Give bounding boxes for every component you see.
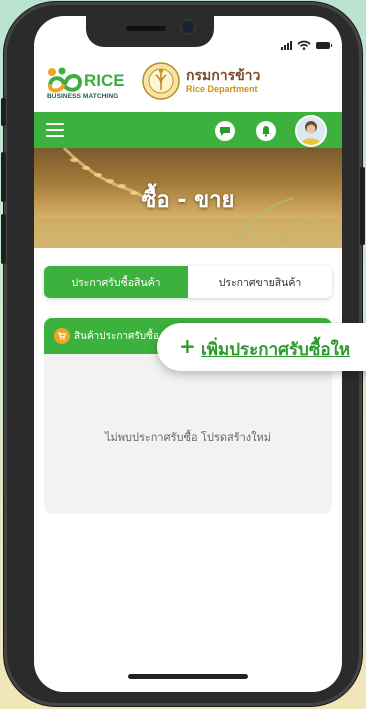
bell-icon xyxy=(262,126,270,137)
tab-sell-announcements[interactable]: ประกาศขายสินค้า xyxy=(188,266,332,298)
add-buy-announcement-button[interactable]: + เพิ่มประกาศรับซื้อให xyxy=(157,323,366,371)
rice-department-logo[interactable]: กรมการข้าว Rice Department xyxy=(142,62,302,108)
mute-switch xyxy=(1,98,6,126)
avatar-icon xyxy=(297,117,325,145)
rice-business-matching-logo[interactable]: RICE BUSINESS MATCHING xyxy=(46,66,128,106)
chat-icon xyxy=(220,127,230,136)
page-title: ซื้อ - ขาย xyxy=(141,188,235,213)
wifi-icon xyxy=(297,40,311,50)
notification-button[interactable] xyxy=(256,121,276,141)
rice-wordmark: RICE xyxy=(84,71,125,90)
chat-button[interactable] xyxy=(215,121,235,141)
hero-banner: ซื้อ - ขาย xyxy=(34,148,342,248)
battery-icon xyxy=(316,41,332,49)
notch xyxy=(86,16,214,47)
cart-icon xyxy=(54,328,70,344)
status-bar xyxy=(281,40,332,50)
power-button xyxy=(360,167,365,245)
rice-logo-icon xyxy=(48,67,83,93)
card-header-label: สินค้าประกาศรับซื้อ xyxy=(74,331,159,342)
top-navbar xyxy=(34,112,342,148)
rice-subtitle: BUSINESS MATCHING xyxy=(47,93,119,100)
user-avatar[interactable] xyxy=(297,117,325,145)
add-buy-announcement-label: เพิ่มประกาศรับซื้อให xyxy=(201,340,351,360)
dept-name-english: Rice Department xyxy=(186,84,258,94)
signal-icon xyxy=(281,40,292,50)
front-camera xyxy=(182,21,194,33)
volume-up-button xyxy=(1,152,6,202)
plus-icon: + xyxy=(179,334,196,358)
logo-bar: RICE BUSINESS MATCHING กรมการข้าว Rice D… xyxy=(34,62,342,108)
empty-state-message: ไม่พบประกาศรับซื้อ โปรดสร้างใหม่ xyxy=(104,431,272,444)
speaker xyxy=(126,26,166,31)
volume-down-button xyxy=(1,214,6,264)
home-indicator[interactable] xyxy=(128,674,248,679)
announcement-tabs: ประกาศรับซื้อสินค้า ประกาศขายสินค้า xyxy=(44,266,332,298)
menu-icon[interactable] xyxy=(46,123,64,137)
rice-department-seal-icon xyxy=(142,62,180,100)
tab-buy-announcements[interactable]: ประกาศรับซื้อสินค้า xyxy=(44,266,188,298)
